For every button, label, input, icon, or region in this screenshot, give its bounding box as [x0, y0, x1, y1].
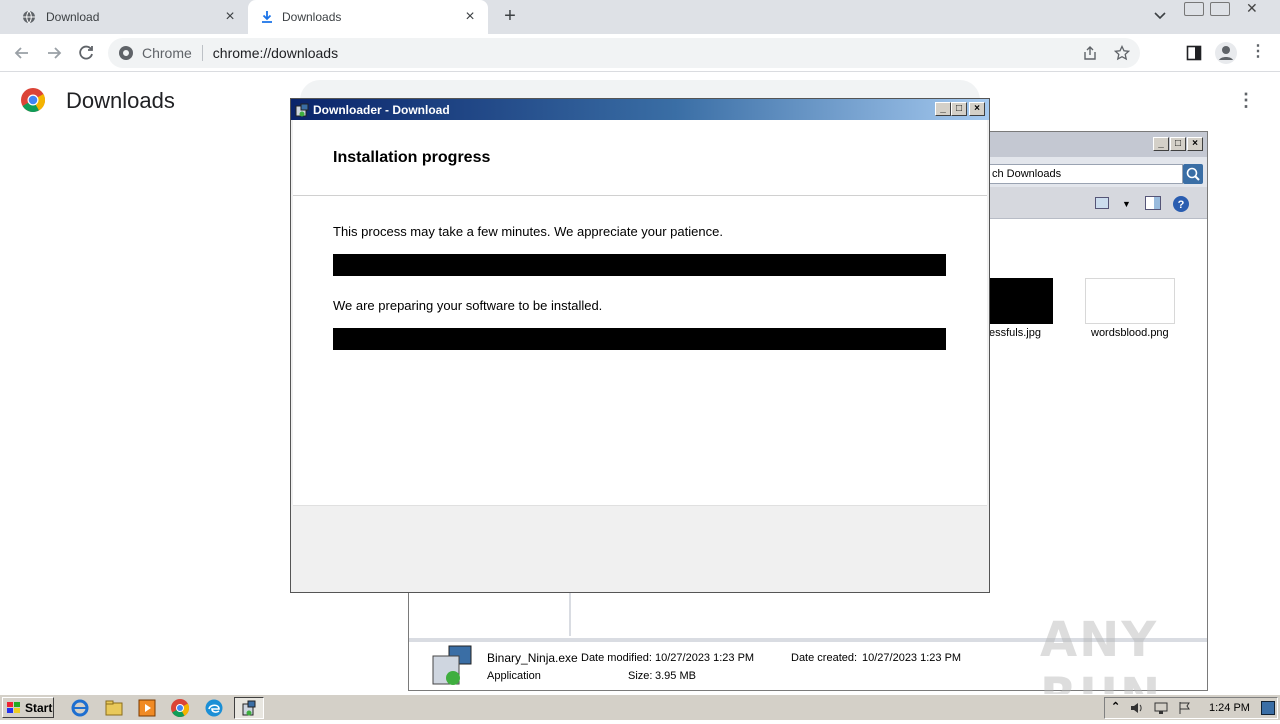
status-filename: Binary_Ninja.exe [487, 651, 578, 665]
tab-strip: Download × Downloads × + ✕ [0, 0, 1280, 34]
tab-label: Download [46, 10, 100, 24]
status-type: Application [487, 670, 541, 682]
start-button[interactable]: Start [2, 697, 54, 718]
download-icon [260, 10, 274, 24]
maximize-icon[interactable]: □ [1170, 137, 1186, 151]
size-label: Size: [628, 670, 653, 682]
more-menu-icon[interactable]: ⋮ [1250, 42, 1266, 62]
pane-divider[interactable] [569, 588, 571, 636]
size-value: 3.95 MB [655, 670, 696, 682]
progress-message-1: This process may take a few minutes. We … [333, 224, 723, 239]
close-window-icon[interactable]: ✕ [1246, 0, 1258, 17]
volume-icon[interactable] [1129, 701, 1145, 715]
dialog-title: Downloader - Download [313, 102, 450, 117]
more-actions-icon[interactable]: ⋮ [1236, 90, 1256, 110]
minimize-icon[interactable] [1184, 2, 1204, 16]
show-hidden-icons-icon[interactable]: ⌃ [1111, 700, 1120, 713]
windows-logo-icon [6, 701, 22, 715]
show-desktop-icon[interactable] [1261, 701, 1275, 715]
chrome-icon [118, 45, 134, 61]
tab-downloads[interactable]: Downloads × [248, 0, 488, 34]
address-bar[interactable]: Chrome chrome://downloads [108, 38, 1140, 68]
start-label: Start [25, 700, 53, 715]
divider [201, 45, 203, 61]
file-name[interactable]: essfuls.jpg [989, 327, 1041, 339]
new-tab-button[interactable]: + [500, 6, 520, 26]
chrome-logo-icon [20, 87, 46, 113]
dialog-titlebar[interactable]: Downloader - Download _ □ × [291, 99, 989, 120]
application-icon [429, 644, 475, 688]
star-icon[interactable] [1114, 45, 1130, 61]
maximize-icon[interactable]: □ [951, 102, 967, 116]
chrome-icon[interactable] [170, 698, 190, 718]
tab-label: Downloads [282, 10, 342, 24]
views-icon[interactable] [1095, 197, 1109, 209]
file-thumbnail[interactable] [989, 278, 1053, 324]
globe-icon [22, 10, 36, 24]
tab-download[interactable]: Download × [8, 0, 248, 34]
edge-icon[interactable] [204, 698, 224, 718]
page-title: Downloads [66, 88, 175, 113]
media-player-icon[interactable] [137, 698, 157, 718]
close-icon[interactable]: × [462, 9, 478, 25]
date-created-label: Date created: [791, 652, 858, 664]
internet-explorer-icon[interactable] [70, 698, 90, 718]
url-text: chrome://downloads [212, 45, 339, 61]
close-icon[interactable]: × [1187, 137, 1203, 151]
share-icon[interactable] [1082, 45, 1098, 61]
close-icon[interactable]: × [969, 102, 985, 116]
reload-icon[interactable] [76, 43, 96, 63]
file-thumbnail[interactable] [1085, 278, 1175, 324]
taskbar: Start ⌃ 1:24 PM [0, 694, 1280, 720]
clock[interactable]: 1:24 PM [1209, 702, 1250, 714]
preview-pane-icon[interactable] [1145, 196, 1161, 210]
side-panel-icon[interactable] [1186, 45, 1202, 61]
dialog-header: Installation progress [293, 120, 987, 196]
dialog-body: This process may take a few minutes. We … [293, 196, 987, 506]
restore-icon[interactable] [1210, 2, 1230, 16]
svg-text:?: ? [1178, 199, 1185, 211]
action-center-flag-icon[interactable] [1177, 701, 1193, 715]
site-label: Chrome [142, 45, 192, 61]
forward-icon[interactable] [44, 43, 64, 63]
dialog-footer [293, 507, 987, 591]
minimize-icon[interactable]: _ [1153, 137, 1169, 151]
chevron-down-icon[interactable] [1152, 10, 1168, 22]
search-input[interactable]: ch Downloads [987, 164, 1183, 184]
chevron-down-icon[interactable]: ▼ [1122, 199, 1131, 209]
minimize-icon[interactable]: _ [935, 102, 951, 116]
date-modified-label: Date modified: [581, 652, 652, 664]
installer-icon [295, 103, 309, 117]
window-controls: ✕ [1184, 0, 1274, 18]
installer-task-button[interactable] [234, 697, 264, 719]
help-icon[interactable]: ? [1172, 195, 1190, 213]
file-name[interactable]: wordsblood.png [1091, 327, 1169, 339]
progress-bar-2 [333, 328, 946, 350]
search-icon[interactable] [1183, 164, 1203, 184]
dialog-heading: Installation progress [333, 149, 491, 166]
profile-avatar[interactable] [1214, 41, 1238, 65]
date-created-value: 10/27/2023 1:23 PM [862, 652, 962, 664]
close-icon[interactable]: × [222, 9, 238, 25]
network-icon[interactable] [1153, 701, 1169, 715]
browser-toolbar: Chrome chrome://downloads ⋮ [0, 34, 1280, 72]
installer-dialog: Downloader - Download _ □ × Installation… [290, 98, 990, 593]
progress-message-2: We are preparing your software to be ins… [333, 298, 603, 313]
system-tray: ⌃ 1:24 PM [1104, 697, 1278, 719]
date-modified-value: 10/27/2023 1:23 PM [655, 652, 755, 664]
back-icon[interactable] [12, 43, 32, 63]
folder-icon[interactable] [104, 698, 124, 718]
progress-bar-1 [333, 254, 946, 276]
